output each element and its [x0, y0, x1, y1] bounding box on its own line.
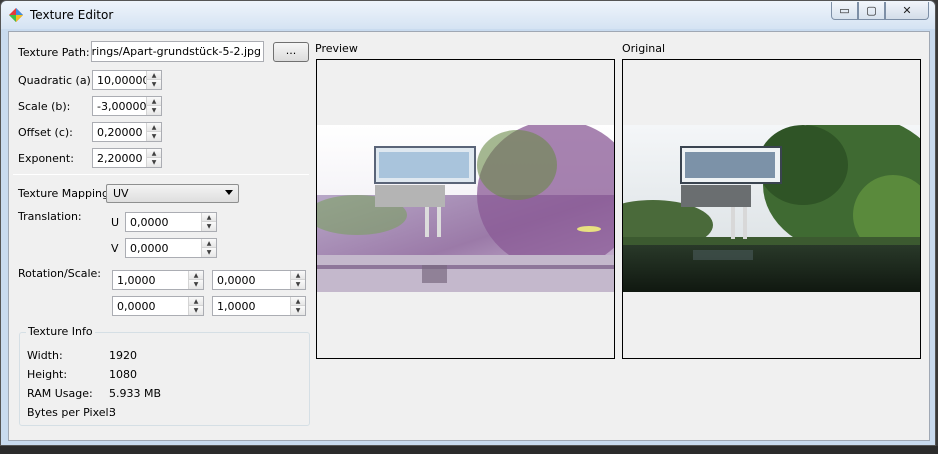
width-label: Width: — [27, 349, 63, 362]
texture-path-value: nderings/Apart-grundstück-5-2.jpg — [91, 45, 261, 58]
original-image-render — [623, 125, 920, 292]
original-panel — [622, 59, 921, 359]
desktop-strip — [0, 446, 938, 454]
spin-down-icon[interactable]: ▼ — [147, 158, 161, 167]
texture-path-label: Texture Path: — [18, 46, 90, 59]
width-value: 1920 — [109, 349, 137, 362]
chevron-down-icon — [225, 190, 233, 195]
quadratic-value: 10,00000 — [97, 74, 150, 87]
quadratic-spinbox[interactable]: 10,00000 ▲ ▼ — [92, 70, 162, 90]
spin-up-icon[interactable]: ▲ — [202, 239, 216, 248]
exponent-value: 2,20000 — [97, 152, 143, 165]
app-icon — [9, 8, 23, 22]
v-label: V — [111, 242, 119, 255]
title-bar[interactable]: Texture Editor ▭ ▢ ✕ — [1, 1, 935, 29]
close-button[interactable]: ✕ — [885, 2, 929, 20]
minimize-button[interactable]: ▭ — [831, 2, 858, 20]
texture-info-title: Texture Info — [26, 325, 95, 338]
scale-spinbox[interactable]: -3,00000 ▲ ▼ — [92, 96, 162, 116]
bytes-per-pixel-value: 3 — [109, 406, 116, 419]
close-icon: ✕ — [902, 4, 912, 17]
spin-down-icon[interactable]: ▼ — [291, 306, 305, 315]
spin-up-icon[interactable]: ▲ — [189, 271, 203, 280]
bytes-per-pixel-label: Bytes per Pixel: — [27, 406, 113, 419]
exponent-spin-arrows: ▲ ▼ — [146, 149, 161, 167]
texture-mapping-select[interactable]: UV — [106, 184, 239, 203]
rotation-m00-spinbox[interactable]: 1,0000 ▲ ▼ — [112, 270, 204, 290]
preview-title: Preview — [315, 42, 358, 55]
spin-up-icon[interactable]: ▲ — [189, 297, 203, 306]
height-value: 1080 — [109, 368, 137, 381]
m01-spin-arrows: ▲ ▼ — [290, 271, 305, 289]
v-spin-arrows: ▲ ▼ — [201, 239, 216, 257]
spin-down-icon[interactable]: ▼ — [189, 280, 203, 289]
exponent-spinbox[interactable]: 2,20000 ▲ ▼ — [92, 148, 162, 168]
scale-spin-arrows: ▲ ▼ — [146, 97, 161, 115]
m10-spin-arrows: ▲ ▼ — [188, 297, 203, 315]
translation-label: Translation: — [18, 210, 82, 223]
u-spin-arrows: ▲ ▼ — [201, 213, 216, 231]
spin-down-icon[interactable]: ▼ — [147, 80, 161, 89]
rotation-scale-label: Rotation/Scale: — [18, 267, 102, 280]
window-title: Texture Editor — [30, 8, 114, 22]
rotation-m01-spinbox[interactable]: 0,0000 ▲ ▼ — [212, 270, 306, 290]
scale-value: -3,00000 — [97, 100, 147, 113]
spin-up-icon[interactable]: ▲ — [147, 149, 161, 158]
exponent-label: Exponent: — [18, 152, 74, 165]
offset-spinbox[interactable]: 0,20000 ▲ ▼ — [92, 122, 162, 142]
translation-u-spinbox[interactable]: 0,0000 ▲ ▼ — [125, 212, 217, 232]
preview-image-render — [317, 125, 614, 292]
maximize-button[interactable]: ▢ — [858, 2, 885, 20]
original-image — [623, 125, 920, 292]
rotation-m10-spinbox[interactable]: 0,0000 ▲ ▼ — [112, 296, 204, 316]
spin-up-icon[interactable]: ▲ — [147, 71, 161, 80]
rotation-m01-value: 0,0000 — [217, 274, 256, 287]
translation-v-value: 0,0000 — [130, 242, 169, 255]
preview-image — [317, 125, 614, 292]
m00-spin-arrows: ▲ ▼ — [188, 271, 203, 289]
client-area: Texture Path: nderings/Apart-grundstück-… — [8, 31, 930, 441]
m11-spin-arrows: ▲ ▼ — [290, 297, 305, 315]
separator — [13, 174, 309, 175]
maximize-icon: ▢ — [866, 4, 877, 17]
u-label: U — [111, 216, 120, 229]
offset-label: Offset (c): — [18, 126, 73, 139]
browse-button[interactable]: ... — [273, 42, 309, 62]
spin-up-icon[interactable]: ▲ — [202, 213, 216, 222]
spin-up-icon[interactable]: ▲ — [147, 97, 161, 106]
spin-down-icon[interactable]: ▼ — [202, 222, 216, 231]
texture-path-input[interactable]: nderings/Apart-grundstück-5-2.jpg — [91, 41, 264, 62]
rotation-m11-value: 1,0000 — [217, 300, 256, 313]
spin-down-icon[interactable]: ▼ — [291, 280, 305, 289]
spin-up-icon[interactable]: ▲ — [291, 297, 305, 306]
rotation-m11-spinbox[interactable]: 1,0000 ▲ ▼ — [212, 296, 306, 316]
translation-v-spinbox[interactable]: 0,0000 ▲ ▼ — [125, 238, 217, 258]
spin-down-icon[interactable]: ▼ — [147, 106, 161, 115]
preview-panel — [316, 59, 615, 359]
spin-down-icon[interactable]: ▼ — [147, 132, 161, 141]
texture-mapping-value: UV — [113, 187, 129, 200]
window-controls: ▭ ▢ ✕ — [831, 2, 929, 20]
scale-label: Scale (b): — [18, 100, 71, 113]
texture-mapping-label: Texture Mapping: — [18, 187, 113, 200]
spin-up-icon[interactable]: ▲ — [291, 271, 305, 280]
offset-value: 0,20000 — [97, 126, 143, 139]
original-title: Original — [622, 42, 666, 55]
translation-u-value: 0,0000 — [130, 216, 169, 229]
rotation-m10-value: 0,0000 — [117, 300, 156, 313]
ram-usage-label: RAM Usage: — [27, 387, 93, 400]
spin-up-icon[interactable]: ▲ — [147, 123, 161, 132]
offset-spin-arrows: ▲ ▼ — [146, 123, 161, 141]
rotation-m00-value: 1,0000 — [117, 274, 156, 287]
height-label: Height: — [27, 368, 68, 381]
spin-down-icon[interactable]: ▼ — [189, 306, 203, 315]
texture-editor-window: Texture Editor ▭ ▢ ✕ Texture Path: nderi… — [0, 0, 936, 446]
quadratic-spin-arrows: ▲ ▼ — [146, 71, 161, 89]
minimize-icon: ▭ — [839, 4, 850, 17]
ram-usage-value: 5.933 MB — [109, 387, 162, 400]
quadratic-label: Quadratic (a): — [18, 74, 95, 87]
spin-down-icon[interactable]: ▼ — [202, 248, 216, 257]
